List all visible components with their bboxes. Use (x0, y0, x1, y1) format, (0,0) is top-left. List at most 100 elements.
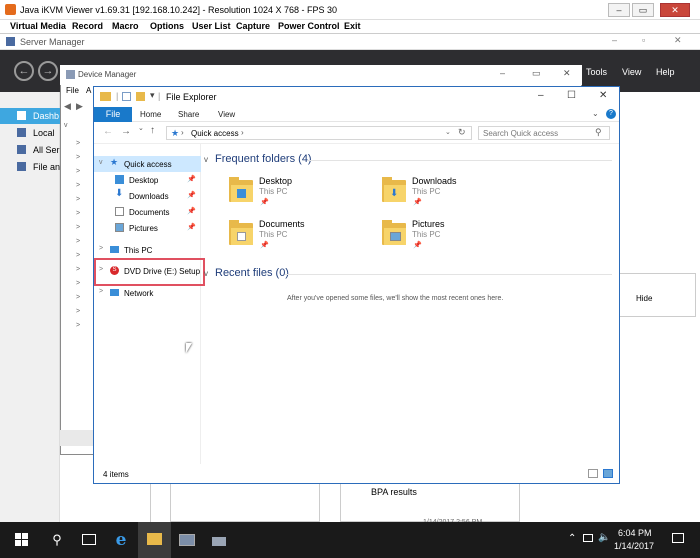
internet-explorer-icon[interactable]: e (110, 529, 132, 551)
address-text: Quick access (191, 129, 239, 138)
server-manager-taskbar-icon[interactable] (176, 529, 198, 551)
address-bar[interactable]: ★ › Quick access › ⌄ ↻ (166, 126, 472, 140)
server-manager-title-bar: Server Manager – ▫ ✕ (0, 34, 700, 50)
chevron-down-icon[interactable]: v (204, 269, 208, 278)
folder-desktop[interactable]: Desktop This PC 📌 (229, 174, 379, 214)
properties-icon[interactable] (122, 92, 131, 101)
clock-date[interactable]: 1/14/2017 (614, 541, 654, 551)
network-tray-icon[interactable] (583, 534, 593, 542)
qat-separator: | (116, 91, 119, 101)
nav-quick-access[interactable]: v ★ Quick access (94, 156, 201, 172)
address-dropdown-icon[interactable]: ⌄ (445, 128, 451, 136)
frequent-folders-title[interactable]: Frequent folders (4) (215, 153, 312, 165)
dm-menu-action[interactable]: A (86, 86, 91, 95)
tab-file[interactable]: File (94, 107, 132, 122)
dm-maximize-button[interactable]: ▭ (532, 68, 541, 79)
dm-scrollbar[interactable] (60, 430, 94, 446)
forward-icon[interactable]: → (38, 61, 58, 81)
windows-start-icon[interactable] (13, 529, 35, 551)
recent-locations-icon[interactable]: ⌄ (138, 124, 144, 132)
dm-back-icon[interactable]: ◀ (64, 101, 71, 112)
nav-item-pictures[interactable]: Pictures 📌 (94, 220, 201, 236)
menu-user-list[interactable]: User List (192, 21, 231, 31)
expand-ribbon-icon[interactable]: ⌄ (592, 109, 599, 118)
dm-forward-icon[interactable]: ▶ (76, 101, 83, 112)
menu-record[interactable]: Record (72, 21, 103, 31)
menu-macro[interactable]: Macro (112, 21, 139, 31)
sm-divider (150, 484, 151, 522)
nav-item-downloads[interactable]: ⬇ Downloads 📌 (94, 188, 201, 204)
menu-capture[interactable]: Capture (236, 21, 270, 31)
sidebar-item-dashboard[interactable]: Dashb (0, 108, 60, 124)
device-manager-taskbar-icon[interactable] (208, 529, 230, 551)
volume-icon[interactable]: 🔈 (598, 532, 610, 543)
menu-exit[interactable]: Exit (344, 21, 361, 31)
chevron-right-icon[interactable]: > (99, 288, 103, 295)
nav-item-desktop[interactable]: Desktop 📌 (94, 172, 201, 188)
sm-minimize-button[interactable]: – (612, 35, 617, 45)
menu-power-control[interactable]: Power Control (278, 21, 340, 31)
fe-minimize-button[interactable]: – (538, 90, 544, 101)
file-explorer-taskbar-icon[interactable] (138, 522, 171, 558)
tree-expanders[interactable]: > > > > > > > > > > > > > > (76, 137, 80, 333)
kvm-maximize-button[interactable]: ▭ (632, 3, 654, 17)
tab-share[interactable]: Share (178, 110, 199, 119)
pin-icon: 📌 (413, 199, 422, 206)
bpa-results-label[interactable]: BPA results (371, 487, 417, 497)
chevron-right-icon[interactable]: > (99, 245, 103, 252)
dm-minimize-button[interactable]: – (500, 68, 505, 78)
chevron-down-icon[interactable]: ▾ (150, 90, 155, 101)
new-folder-icon[interactable] (136, 92, 145, 101)
sidebar-item-file-services[interactable]: File an (0, 159, 60, 175)
tray-chevron-up-icon[interactable]: ⌃ (568, 533, 576, 544)
address-bar-row: ← → ⌄ ↑ ★ › Quick access › ⌄ ↻ Search Qu… (94, 122, 619, 144)
large-icons-view-icon[interactable] (603, 469, 613, 478)
refresh-icon[interactable]: ↻ (458, 127, 466, 138)
sm-maximize-button[interactable]: ▫ (642, 35, 645, 45)
dm-menu-file[interactable]: File (66, 86, 79, 95)
nav-up-icon[interactable]: ↑ (150, 125, 155, 136)
nav-forward-icon[interactable]: → (121, 126, 131, 137)
clock-time[interactable]: 6:04 PM (618, 528, 652, 538)
sidebar-item-all-servers[interactable]: All Ser (0, 142, 60, 158)
search-input[interactable]: Search Quick access ⚲ (478, 126, 610, 140)
file-explorer-title: File Explorer (166, 92, 217, 102)
fe-maximize-button[interactable]: ☐ (567, 90, 576, 101)
recent-files-title[interactable]: Recent files (0) (215, 267, 289, 279)
server-manager-title: Server Manager (20, 37, 85, 47)
folder-pictures[interactable]: Pictures This PC 📌 (382, 217, 532, 257)
tab-home[interactable]: Home (140, 110, 161, 119)
chevron-down-icon[interactable]: v (99, 159, 103, 166)
nav-item-documents[interactable]: Documents 📌 (94, 204, 201, 220)
menu-options[interactable]: Options (150, 21, 184, 31)
folder-downloads[interactable]: ⬇ Downloads This PC 📌 (382, 174, 532, 214)
tree-expander[interactable]: v (64, 122, 68, 129)
fe-close-button[interactable]: ✕ (599, 90, 607, 101)
dm-close-button[interactable]: ✕ (563, 68, 571, 79)
back-icon[interactable]: ← (14, 61, 34, 81)
notifications-icon[interactable] (672, 533, 684, 543)
nav-this-pc[interactable]: > This PC (94, 242, 201, 258)
nav-network[interactable]: > Network (94, 285, 201, 301)
sm-menu-help[interactable]: Help (656, 67, 675, 77)
nav-back-icon[interactable]: ← (103, 126, 113, 137)
breadcrumb-chevron-icon[interactable]: › (181, 128, 184, 137)
hide-link[interactable]: Hide (636, 294, 652, 303)
help-icon[interactable]: ? (606, 109, 616, 119)
kvm-minimize-button[interactable]: – (608, 3, 630, 17)
search-icon[interactable]: ⚲ (46, 529, 68, 551)
kvm-close-button[interactable]: ✕ (660, 3, 690, 17)
tab-view[interactable]: View (218, 110, 235, 119)
pin-icon: 📌 (187, 208, 196, 215)
details-view-icon[interactable] (588, 469, 598, 478)
breadcrumb-chevron-icon[interactable]: › (241, 128, 244, 137)
folder-documents[interactable]: Documents This PC 📌 (229, 217, 379, 257)
task-view-icon[interactable] (78, 529, 100, 551)
chevron-down-icon[interactable]: v (204, 155, 208, 164)
sidebar-item-local-server[interactable]: Local (0, 125, 60, 141)
menu-virtual-media[interactable]: Virtual Media (10, 21, 66, 31)
sm-menu-tools[interactable]: Tools (586, 67, 607, 77)
sm-close-button[interactable]: ✕ (674, 35, 682, 46)
sm-menu-view[interactable]: View (622, 67, 641, 77)
folder-icon: ⬇ (382, 176, 406, 204)
